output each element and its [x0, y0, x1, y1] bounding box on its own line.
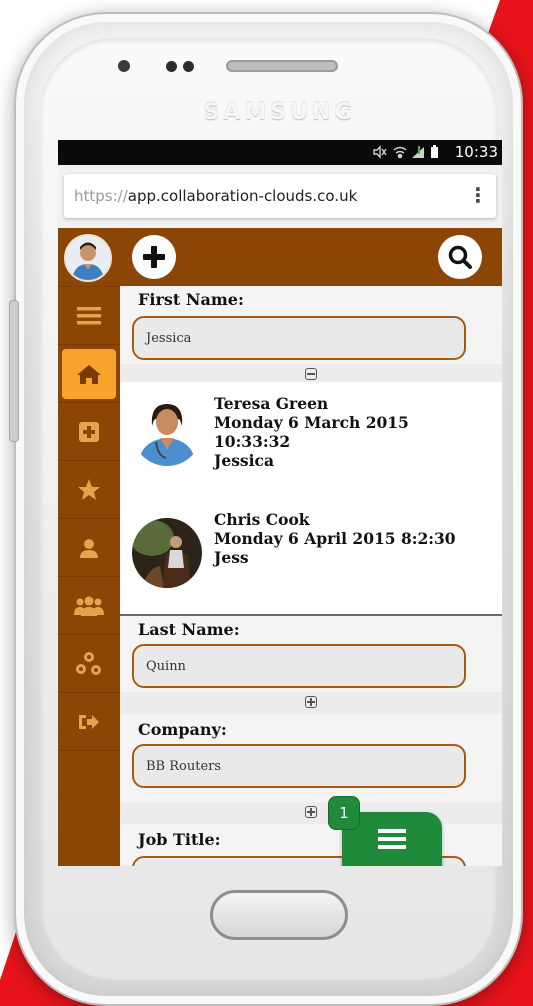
last-name-label: Last Name:	[138, 620, 240, 639]
last-name-history-toggle[interactable]	[120, 692, 502, 714]
sidebar-item-add[interactable]	[58, 402, 120, 460]
history-text: Teresa Green Monday 6 March 2015 10:33:3…	[214, 394, 409, 470]
search-icon	[448, 245, 472, 269]
sensor-icon	[183, 61, 194, 72]
history-value: Jess	[214, 548, 249, 567]
home-icon	[77, 364, 101, 384]
sidebar	[58, 228, 120, 866]
history-photo	[132, 518, 202, 588]
first-name-field[interactable]: Jessica	[132, 316, 466, 360]
history-name: Chris Cook	[214, 510, 310, 529]
active-indicator	[62, 348, 116, 399]
more-vert-icon[interactable]: ⋮	[468, 183, 488, 207]
home-hardware-button[interactable]	[210, 890, 348, 940]
top-toolbar	[120, 228, 502, 286]
sidebar-divider	[58, 750, 120, 808]
form-content: First Name: Jessica Teresa Green Monday …	[120, 286, 502, 866]
wifi-icon	[393, 146, 407, 159]
star-icon	[78, 478, 100, 500]
sign-out-icon	[79, 714, 99, 729]
sidebar-item-network[interactable]	[58, 634, 120, 692]
hamburger-icon	[77, 306, 101, 324]
sidebar-item-home[interactable]	[58, 344, 120, 402]
history-name: Teresa Green	[214, 394, 329, 413]
mute-icon	[373, 145, 387, 159]
avatar[interactable]	[64, 234, 112, 282]
history-time: 10:33:32	[214, 432, 291, 451]
url-scheme: https://	[74, 187, 128, 205]
sitemap-icon	[76, 651, 101, 675]
app-area: First Name: Jessica Teresa Green Monday …	[58, 228, 502, 866]
expand-icon	[305, 806, 317, 818]
sidebar-item-group[interactable]	[58, 576, 120, 634]
expand-icon	[305, 696, 317, 708]
collapse-icon	[305, 368, 317, 380]
company-label: Company:	[138, 720, 227, 739]
list-icon	[378, 829, 406, 849]
earpiece-speaker	[226, 60, 338, 72]
sidebar-item-menu[interactable]	[58, 286, 120, 344]
search-button[interactable]	[438, 235, 482, 279]
history-text: Chris Cook Monday 6 April 2015 8:2:30 Je…	[214, 510, 456, 567]
front-camera-icon	[118, 60, 130, 72]
sidebar-item-contact[interactable]	[58, 518, 120, 576]
notification-badge: 1	[328, 796, 360, 830]
sensor-icon	[166, 61, 177, 72]
job-title-label: Job Title:	[138, 830, 221, 849]
sidebar-item-favourites[interactable]	[58, 460, 120, 518]
plus-circle-icon	[143, 246, 165, 268]
battery-icon	[431, 145, 438, 158]
history-value: Jessica	[214, 451, 275, 470]
history-photo	[132, 396, 202, 466]
phone-screen: 10:33 https://app.collaboration-clouds.c…	[58, 140, 502, 866]
url-text: https://app.collaboration-clouds.co.uk	[74, 187, 357, 205]
users-icon	[74, 596, 104, 616]
status-bar: 10:33	[58, 140, 502, 165]
plus-square-icon	[79, 421, 99, 442]
user-icon	[80, 538, 98, 558]
company-field[interactable]: BB Routers	[132, 744, 466, 788]
browser-url-bar: https://app.collaboration-clouds.co.uk ⋮	[58, 165, 502, 228]
volume-button	[9, 300, 19, 442]
company-history-toggle[interactable]	[120, 802, 502, 824]
add-button[interactable]	[132, 235, 176, 279]
first-name-history-list: Teresa Green Monday 6 March 2015 10:33:3…	[120, 382, 502, 616]
address-field[interactable]: https://app.collaboration-clouds.co.uk ⋮	[64, 174, 496, 218]
sidebar-item-logout[interactable]	[58, 692, 120, 750]
url-host: app.collaboration-clouds.co.uk	[127, 187, 358, 205]
first-name-label: First Name:	[138, 290, 244, 309]
history-date: Monday 6 April 2015 8:2:30	[214, 529, 456, 548]
status-icons	[370, 144, 454, 164]
status-time: 10:33	[454, 143, 498, 161]
brand-logo: SAMSUNG	[203, 100, 357, 125]
signal-icon	[412, 146, 424, 158]
last-name-field[interactable]: Quinn	[132, 644, 466, 688]
history-date: Monday 6 March 2015	[214, 413, 409, 432]
